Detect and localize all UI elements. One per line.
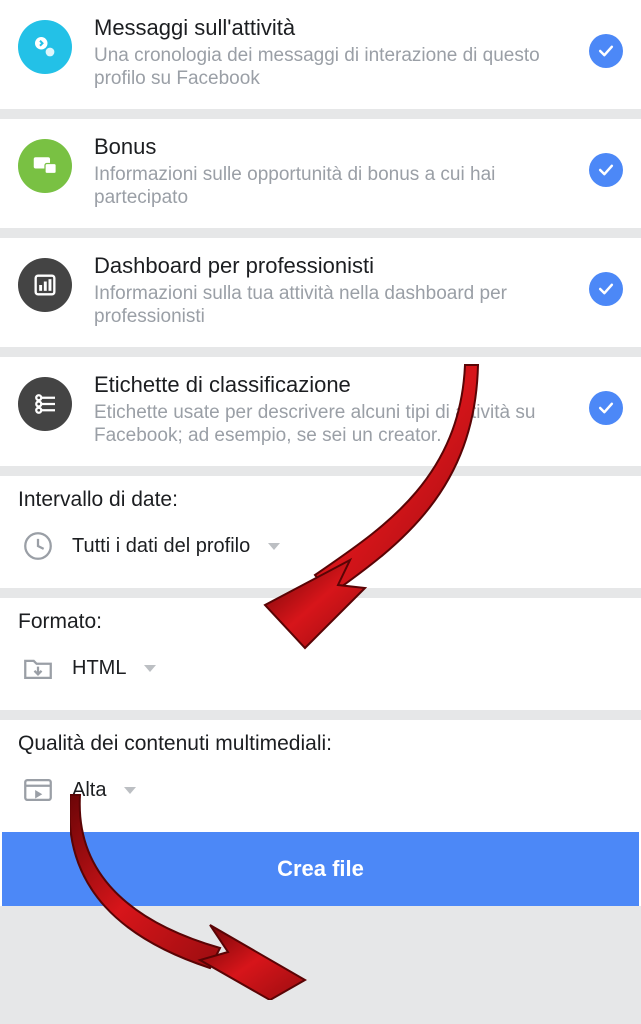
- format-value: HTML: [72, 657, 126, 680]
- media-quality-section: Qualità dei contenuti multimediali: Alta: [0, 720, 641, 832]
- date-range-section: Intervallo di date: Tutti i dati del pro…: [0, 476, 641, 588]
- create-file-button[interactable]: Crea file: [2, 832, 639, 906]
- checkbox-row-bonus[interactable]: Bonus Informazioni sulle opportunità di …: [0, 119, 641, 228]
- row-desc: Etichette usate per descrivere alcuni ti…: [94, 401, 579, 449]
- checked-icon[interactable]: [589, 34, 623, 68]
- date-range-select[interactable]: Tutti i dati del profilo: [18, 522, 623, 570]
- download-folder-icon: [18, 648, 58, 688]
- media-quality-select[interactable]: Alta: [18, 766, 623, 814]
- chevron-down-icon: [144, 665, 156, 672]
- row-desc: Informazioni sulla tua attività nella da…: [94, 282, 579, 330]
- format-section: Formato: HTML: [0, 598, 641, 710]
- clock-icon: [18, 526, 58, 566]
- labels-icon: [18, 377, 72, 431]
- checked-icon[interactable]: [589, 153, 623, 187]
- date-range-value: Tutti i dati del profilo: [72, 535, 250, 558]
- activity-icon: [18, 20, 72, 74]
- media-icon: [18, 770, 58, 810]
- row-desc: Informazioni sulle opportunità di bonus …: [94, 163, 579, 211]
- media-quality-value: Alta: [72, 779, 106, 802]
- row-title: Etichette di classificazione: [94, 371, 579, 399]
- format-select[interactable]: HTML: [18, 644, 623, 692]
- format-label: Formato:: [18, 610, 623, 634]
- chevron-down-icon: [124, 787, 136, 794]
- footer: Crea file: [0, 832, 641, 906]
- chevron-down-icon: [268, 543, 280, 550]
- checkbox-row-classification-labels[interactable]: Etichette di classificazione Etichette u…: [0, 357, 641, 466]
- checkbox-row-activity-messages[interactable]: Messaggi sull'attività Una cronologia de…: [0, 0, 641, 109]
- media-quality-label: Qualità dei contenuti multimediali:: [18, 732, 623, 756]
- checkbox-row-professional-dashboard[interactable]: Dashboard per professionisti Informazion…: [0, 238, 641, 347]
- row-title: Bonus: [94, 133, 579, 161]
- row-desc: Una cronologia dei messaggi di interazio…: [94, 44, 579, 92]
- checked-icon[interactable]: [589, 272, 623, 306]
- checked-icon[interactable]: [589, 391, 623, 425]
- devices-icon: [18, 139, 72, 193]
- row-title: Dashboard per professionisti: [94, 252, 579, 280]
- row-title: Messaggi sull'attività: [94, 14, 579, 42]
- dashboard-icon: [18, 258, 72, 312]
- date-range-label: Intervallo di date:: [18, 488, 623, 512]
